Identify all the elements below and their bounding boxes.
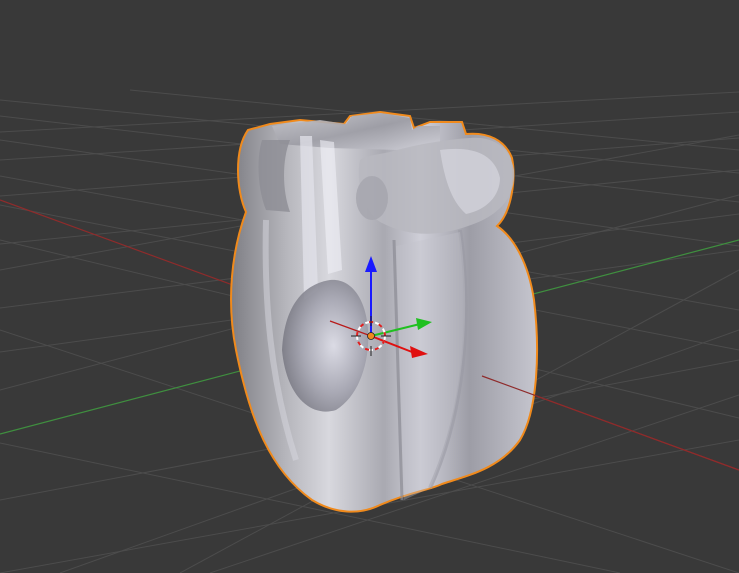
object-origin-dot[interactable]	[367, 332, 375, 340]
3d-viewport[interactable]	[0, 0, 739, 573]
viewport-canvas[interactable]	[0, 0, 739, 573]
selected-mesh-object[interactable]	[230, 110, 539, 513]
knob-cap	[356, 176, 388, 220]
